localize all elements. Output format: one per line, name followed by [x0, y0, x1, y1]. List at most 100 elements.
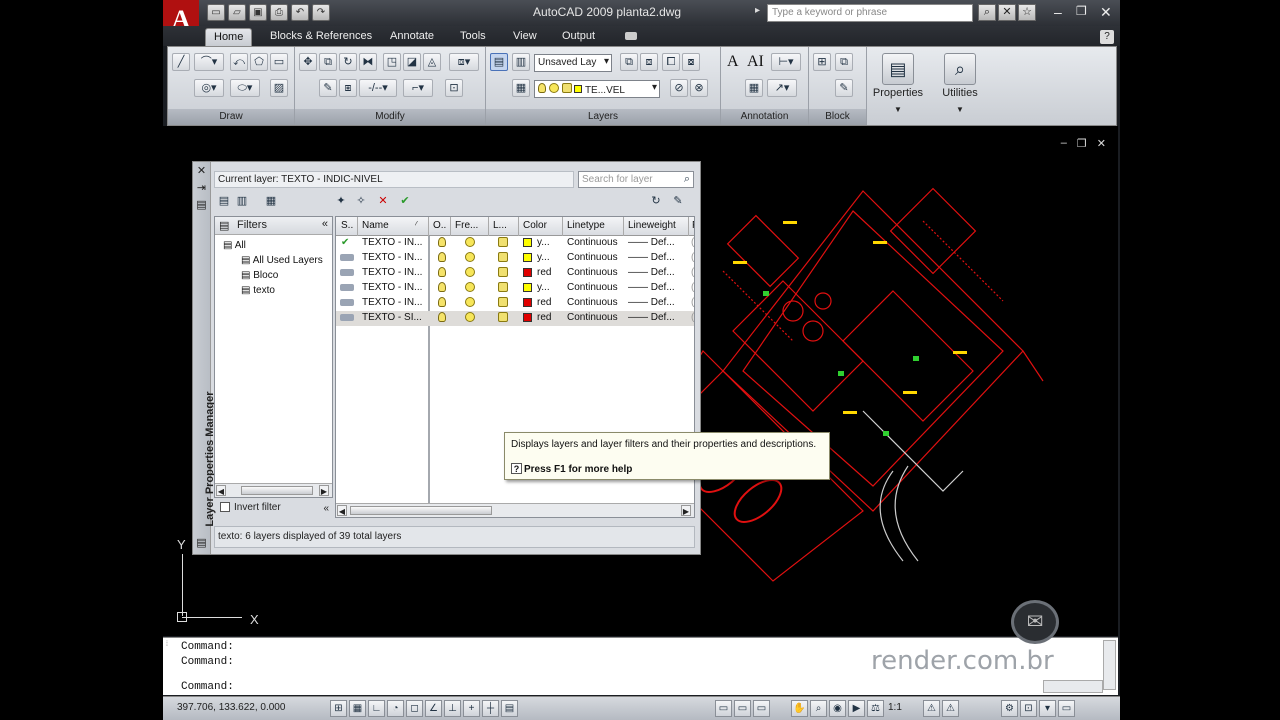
scroll-left-icon[interactable]: ◀: [216, 485, 226, 496]
layer-match-icon[interactable]: ⧠: [662, 53, 680, 71]
explode-icon[interactable]: ⧆: [339, 79, 357, 97]
color-cell[interactable]: y...: [523, 252, 561, 263]
new-layer-vp-frozen-icon[interactable]: ✧: [353, 194, 369, 209]
move-icon[interactable]: ✥: [299, 53, 317, 71]
autohide-icon[interactable]: ⇥: [195, 182, 208, 194]
polygon-icon[interactable]: ⬠: [250, 53, 268, 71]
layer-isolate-icon[interactable]: ⧈: [640, 53, 658, 71]
layer-combo-dropdown[interactable]: TE...VEL ▾: [534, 80, 660, 98]
save-icon[interactable]: ▣: [249, 4, 267, 21]
title-arrow-icon[interactable]: ▸: [755, 5, 760, 16]
name-cell[interactable]: TEXTO - IN...: [362, 267, 426, 278]
create-block-icon[interactable]: ⧉: [835, 53, 853, 71]
name-cell[interactable]: TEXTO - IN...: [362, 237, 426, 248]
freeze-sun-icon[interactable]: [465, 267, 475, 280]
redo-icon[interactable]: ↷: [312, 4, 330, 21]
annotation-scale-icon[interactable]: ⚖: [867, 700, 884, 717]
lock-icon[interactable]: [498, 297, 508, 310]
col-status[interactable]: S..: [341, 220, 356, 231]
table-row[interactable]: TEXTO - IN... red Continuous —— Def... (: [336, 296, 694, 311]
stretch-icon[interactable]: ◪: [403, 53, 421, 71]
plot-style-cell[interactable]: (: [691, 252, 694, 263]
plot-style-cell[interactable]: (: [691, 267, 694, 278]
lock-icon[interactable]: [498, 282, 508, 295]
col-divider[interactable]: [357, 217, 358, 236]
layer-state-dropdown[interactable]: Unsaved Lay ▾: [534, 54, 612, 72]
lock-icon[interactable]: [498, 237, 508, 250]
help-search-input[interactable]: Type a keyword or phrase: [767, 4, 973, 22]
lineweight-cell[interactable]: —— Def...: [628, 297, 686, 308]
grid-icon[interactable]: ▦: [349, 700, 366, 717]
col-divider[interactable]: [562, 217, 563, 236]
freeze-sun-icon[interactable]: [465, 312, 475, 325]
layer-walk-icon[interactable]: ⧇: [682, 53, 700, 71]
command-horizontal-scrollbar[interactable]: [1043, 680, 1103, 693]
lineweight-icon[interactable]: ┼: [482, 700, 499, 717]
join-icon[interactable]: ⊡: [445, 79, 463, 97]
collapse-icon[interactable]: «: [323, 503, 329, 514]
name-cell[interactable]: TEXTO - IN...: [362, 252, 426, 263]
freeze-sun-icon[interactable]: [465, 252, 475, 265]
drawing-minimize-button[interactable]: –: [1061, 137, 1067, 150]
quick-properties-icon[interactable]: ▤: [501, 700, 518, 717]
tab-annotate[interactable]: Annotate: [382, 28, 442, 46]
lineweight-cell[interactable]: —— Def...: [628, 282, 686, 293]
on-bulb-icon[interactable]: [438, 282, 446, 295]
drawing-restore-button[interactable]: ❐: [1077, 137, 1087, 150]
lock-icon[interactable]: [498, 312, 508, 325]
color-cell[interactable]: red: [523, 312, 561, 323]
linetype-cell[interactable]: Continuous: [567, 312, 623, 323]
plot-style-cell[interactable]: (: [691, 237, 694, 248]
polar-icon[interactable]: ◔: [387, 700, 404, 717]
leader-icon[interactable]: ↗▾: [767, 79, 797, 97]
command-prompt[interactable]: Command:: [181, 681, 234, 693]
new-layer-icon[interactable]: ✦: [333, 194, 349, 209]
scroll-thumb[interactable]: [241, 486, 313, 495]
status-menu-icon[interactable]: ▾: [1039, 700, 1056, 717]
undo-icon[interactable]: ↶: [291, 4, 309, 21]
showmotion-icon[interactable]: ▶: [848, 700, 865, 717]
open-icon[interactable]: ▱: [228, 4, 246, 21]
layer-previous-icon[interactable]: ⧉: [620, 53, 638, 71]
panel-title-block[interactable]: Block: [809, 109, 866, 125]
scroll-right-icon[interactable]: ▶: [681, 505, 691, 516]
set-current-icon[interactable]: ✔: [397, 194, 413, 209]
panel-title-layers[interactable]: Layers: [486, 109, 720, 125]
properties-button[interactable]: ▤ Properties ▼: [869, 49, 927, 114]
pan-icon[interactable]: ✋: [791, 700, 808, 717]
layout2-icon[interactable]: ▭: [753, 700, 770, 717]
on-bulb-icon[interactable]: [438, 237, 446, 250]
col-on[interactable]: O..: [433, 220, 449, 231]
ortho-icon[interactable]: ∟: [368, 700, 385, 717]
polyline-icon[interactable]: ⌒▾: [194, 53, 224, 71]
arc-icon[interactable]: ⤺: [230, 53, 248, 71]
panel-title-draw[interactable]: Draw: [168, 109, 294, 125]
tab-tools[interactable]: Tools: [452, 28, 494, 46]
grid-horizontal-scrollbar[interactable]: ◀ ▶: [336, 503, 694, 517]
table-row[interactable]: TEXTO - IN... red Continuous —— Def... (: [336, 266, 694, 281]
table-row[interactable]: TEXTO - SI... red Continuous —— Def... (: [336, 311, 694, 326]
line-icon[interactable]: ╱: [172, 53, 190, 71]
on-bulb-icon[interactable]: [438, 252, 446, 265]
on-bulb-icon[interactable]: [438, 312, 446, 325]
lock-icon[interactable]: [498, 252, 508, 265]
col-divider[interactable]: [518, 217, 519, 236]
filter-all[interactable]: ▤ All: [223, 240, 246, 251]
color-cell[interactable]: red: [523, 297, 561, 308]
minimize-button[interactable]: –: [1054, 4, 1062, 20]
linetype-cell[interactable]: Continuous: [567, 267, 623, 278]
invert-filter-checkbox[interactable]: [220, 502, 230, 513]
color-cell[interactable]: red: [523, 267, 561, 278]
freeze-sun-icon[interactable]: [465, 282, 475, 295]
col-divider[interactable]: [688, 217, 689, 236]
trim-icon[interactable]: -/--▾: [359, 79, 397, 97]
col-plot-style[interactable]: P: [692, 220, 694, 231]
new-icon[interactable]: ▭: [207, 4, 225, 21]
close-button[interactable]: ✕: [1100, 4, 1112, 21]
dimension-icon[interactable]: ⊢▾: [771, 53, 801, 71]
restore-button[interactable]: ❐: [1076, 4, 1087, 18]
table-icon[interactable]: ▦: [745, 79, 763, 97]
clean-screen-icon[interactable]: ▭: [1058, 700, 1075, 717]
layer-states-manager-icon[interactable]: ▦: [263, 194, 279, 209]
drawing-area[interactable]: – ❐ ✕ Y X ✕ ⇥ ▤ Layer Properties Manager…: [163, 126, 1118, 636]
